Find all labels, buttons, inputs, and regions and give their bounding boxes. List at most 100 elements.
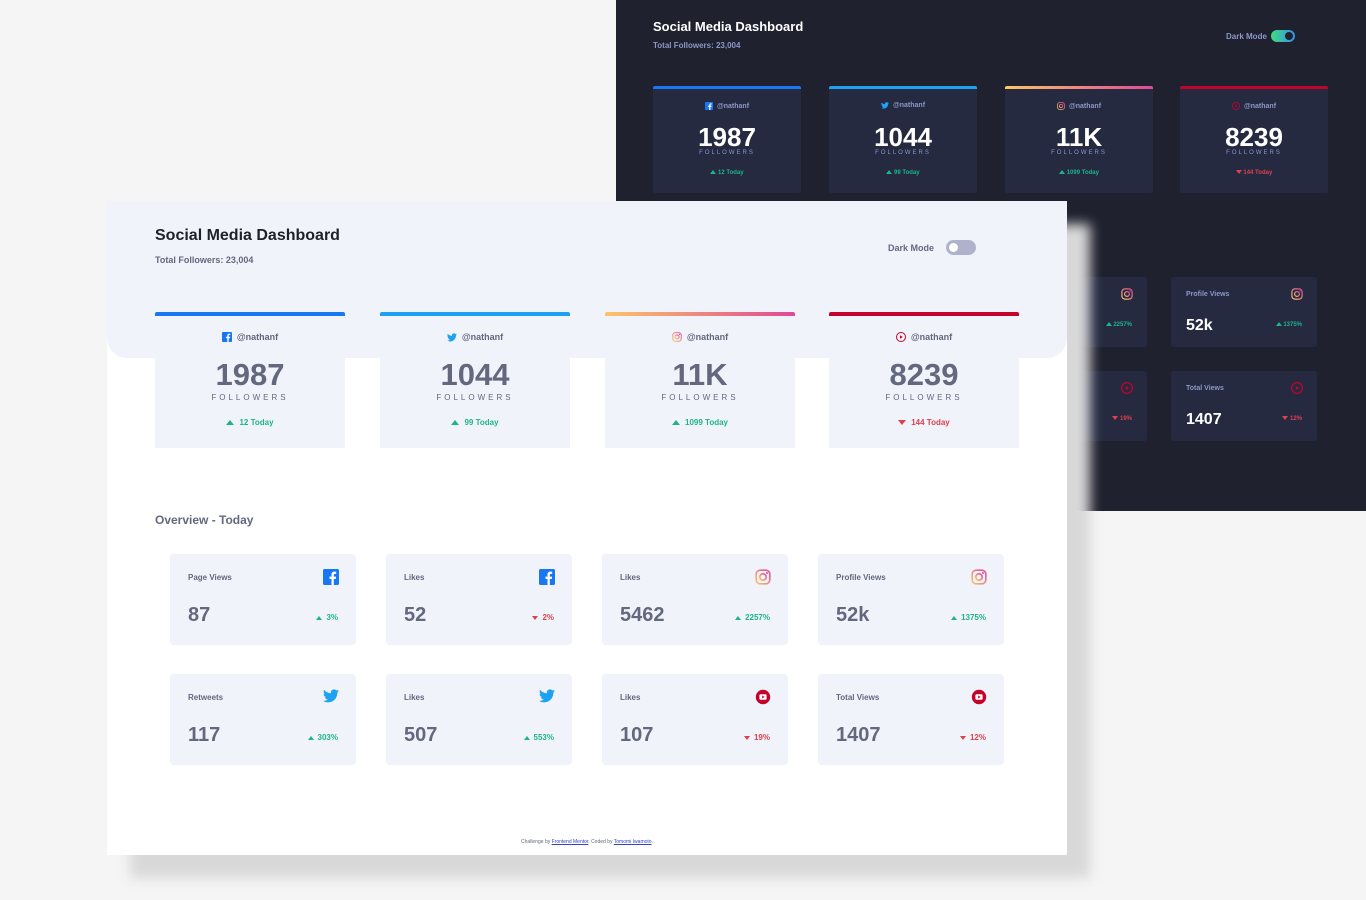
percent-change: 12% [959, 733, 986, 742]
percent-change: 2257% [735, 613, 770, 622]
metric-value: 107 [620, 724, 654, 746]
daily-change: 1099 Today [1005, 170, 1153, 176]
total-followers: Total Followers: 23,004 [653, 41, 741, 50]
card-handle: @nathanf [380, 332, 570, 342]
change-text: 19% [753, 733, 770, 742]
card-accent-bar [155, 312, 345, 316]
follower-count: 8239 [1225, 122, 1283, 152]
handle-text: @nathanf [716, 102, 750, 110]
follower-card-youtube[interactable]: @nathanf 8239 FOLLOWERS 144 Today [829, 312, 1019, 448]
followers-label: FOLLOWERS [436, 393, 514, 402]
follower-card-twitter[interactable]: @nathanf 1044 FOLLOWERS 99 Today [380, 312, 570, 448]
youtube-icon [971, 689, 987, 705]
follower-card-facebook[interactable]: @nathanf 1987 FOLLOWERS 12 Today [653, 86, 801, 193]
footer-attribution: Challenge by Frontend Mentor. Coded by T… [107, 839, 1067, 845]
percent-change: 553% [523, 733, 554, 742]
metric-title: Profile Views [1186, 291, 1230, 298]
card-accent-bar [829, 86, 977, 89]
followers-label: FOLLOWERS [875, 150, 931, 156]
follower-count: 1044 [440, 357, 510, 392]
follower-card-facebook[interactable]: @nathanf 1987 FOLLOWERS 12 Today [155, 312, 345, 448]
change-text: 12 Today [239, 418, 274, 427]
arrow-down-icon [1282, 416, 1289, 420]
change-text: 12% [1289, 416, 1302, 422]
card-handle: @nathanf [829, 102, 977, 109]
youtube-icon [1231, 102, 1240, 110]
change-text: 12% [969, 733, 986, 742]
change-text: 12 Today [718, 170, 744, 176]
dark-mode-toggle[interactable] [1271, 30, 1295, 42]
daily-change: 1099 Today [605, 418, 795, 427]
follower-count: 1044 [874, 122, 932, 152]
metric-title: Likes [404, 693, 425, 702]
facebook-icon [539, 569, 555, 585]
follower-card-twitter[interactable]: @nathanf 1044 FOLLOWERS 99 Today [829, 86, 977, 193]
instagram-icon [672, 332, 682, 342]
twitter-icon [446, 332, 457, 341]
arrow-down-icon [898, 420, 907, 425]
percent-change: 12% [1282, 416, 1302, 422]
follower-card-youtube[interactable]: @nathanf 8239 FOLLOWERS 144 Today [1180, 86, 1328, 193]
author-link[interactable]: Tomomi Iwamoto [614, 839, 652, 845]
overview-card[interactable]: Total Views 1407 12% [818, 674, 1004, 765]
card-handle: @nathanf [1180, 102, 1328, 110]
metric-title: Likes [620, 693, 641, 702]
change-text: 144 Today [1243, 170, 1273, 176]
overview-card[interactable]: Profile Views 52k 1375% [818, 554, 1004, 645]
dark-mode-label: Dark Mode [1226, 32, 1267, 41]
arrow-up-icon [1105, 322, 1112, 326]
arrow-up-icon [1059, 170, 1066, 174]
card-accent-bar [1005, 86, 1153, 89]
handle-text: @nathanf [236, 332, 279, 342]
follower-count: 8239 [889, 357, 959, 392]
metric-title: Likes [404, 573, 425, 582]
overview-card[interactable]: Page Views 87 3% [170, 554, 356, 645]
handle-text: @nathanf [892, 102, 926, 109]
daily-change: 99 Today [829, 170, 977, 176]
follower-card-instagram[interactable]: @nathanf 11K FOLLOWERS 1099 Today [1005, 86, 1153, 193]
handle-text: @nathanf [1068, 102, 1102, 110]
metric-value: 1407 [836, 724, 881, 746]
instagram-icon [755, 569, 771, 585]
facebook-icon [221, 332, 232, 342]
toggle-knob [1285, 32, 1293, 40]
metric-title: Retweets [188, 693, 224, 702]
change-text: 144 Today [911, 418, 950, 427]
overview-card[interactable]: Likes 5462 2257% [602, 554, 788, 645]
metric-value: 52k [836, 604, 870, 626]
percent-change: 2257% [1105, 322, 1132, 328]
overview-card[interactable]: Likes 507 553% [386, 674, 572, 765]
change-text: 19% [1119, 416, 1132, 422]
footer-text: Challenge by [521, 839, 552, 845]
metric-value: 117 [188, 724, 221, 746]
overview-card[interactable]: Profile Views 52k 1375% [1171, 277, 1317, 347]
follower-count: 11K [1055, 122, 1103, 152]
youtube-icon [1121, 382, 1133, 394]
change-text: 99 Today [894, 170, 920, 176]
overview-card[interactable]: Total Views 1407 12% [1171, 371, 1317, 441]
handle-text: @nathanf [910, 332, 953, 342]
overview-card[interactable]: Likes 107 19% [602, 674, 788, 765]
arrow-up-icon [886, 170, 893, 174]
arrow-up-icon [735, 615, 742, 620]
overview-card[interactable]: Retweets 117 303% [170, 674, 356, 765]
arrow-down-icon [1112, 416, 1119, 420]
twitter-icon [323, 689, 339, 703]
follower-card-instagram[interactable]: @nathanf 11K FOLLOWERS 1099 Today [605, 312, 795, 448]
light-mode-preview: Social Media Dashboard Total Followers: … [107, 201, 1067, 855]
footer-text: . [651, 839, 653, 845]
frontend-mentor-link[interactable]: Frontend Mentor [552, 839, 589, 845]
metric-title: Total Views [836, 693, 880, 702]
footer-text: . Coded by [588, 839, 614, 845]
dark-mode-toggle[interactable] [946, 240, 976, 255]
percent-change: 2% [532, 613, 554, 622]
youtube-icon [895, 332, 906, 342]
metric-value: 5462 [620, 604, 665, 626]
overview-card[interactable]: Likes 52 2% [386, 554, 572, 645]
instagram-icon [1291, 288, 1303, 300]
followers-label: FOLLOWERS [661, 393, 739, 402]
followers-label: FOLLOWERS [885, 393, 963, 402]
arrow-up-icon [710, 170, 717, 174]
card-accent-bar [653, 86, 801, 89]
arrow-down-icon [1235, 170, 1242, 174]
